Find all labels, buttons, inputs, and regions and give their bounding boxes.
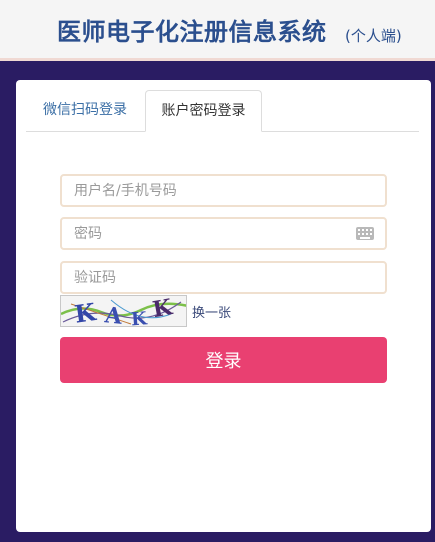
page-subtitle: (个人端) <box>345 27 402 45</box>
captcha-graphic: K A K K <box>61 296 186 327</box>
username-field <box>60 174 387 207</box>
captcha-image[interactable]: K A K K <box>60 295 187 327</box>
tab-wechat-login[interactable]: 微信扫码登录 <box>26 90 144 131</box>
login-button[interactable]: 登录 <box>60 337 387 383</box>
password-input[interactable] <box>62 219 385 248</box>
captcha-char: K <box>130 308 148 327</box>
captcha-field <box>60 261 387 294</box>
login-panel: 微信扫码登录 账户密码登录 K A K K 换一张 登录 <box>16 80 431 532</box>
tab-account-login[interactable]: 账户密码登录 <box>145 90 262 132</box>
refresh-captcha-link[interactable]: 换一张 <box>192 302 231 321</box>
app-header: 医师电子化注册信息系统 (个人端) <box>0 0 435 61</box>
keyboard-icon[interactable] <box>356 227 374 240</box>
captcha-char: A <box>103 302 125 327</box>
password-field <box>60 217 387 250</box>
page-title: 医师电子化注册信息系统 <box>57 18 327 46</box>
captcha-input[interactable] <box>62 263 385 292</box>
username-input[interactable] <box>62 176 385 205</box>
login-tabs: 微信扫码登录 账户密码登录 <box>26 90 419 132</box>
